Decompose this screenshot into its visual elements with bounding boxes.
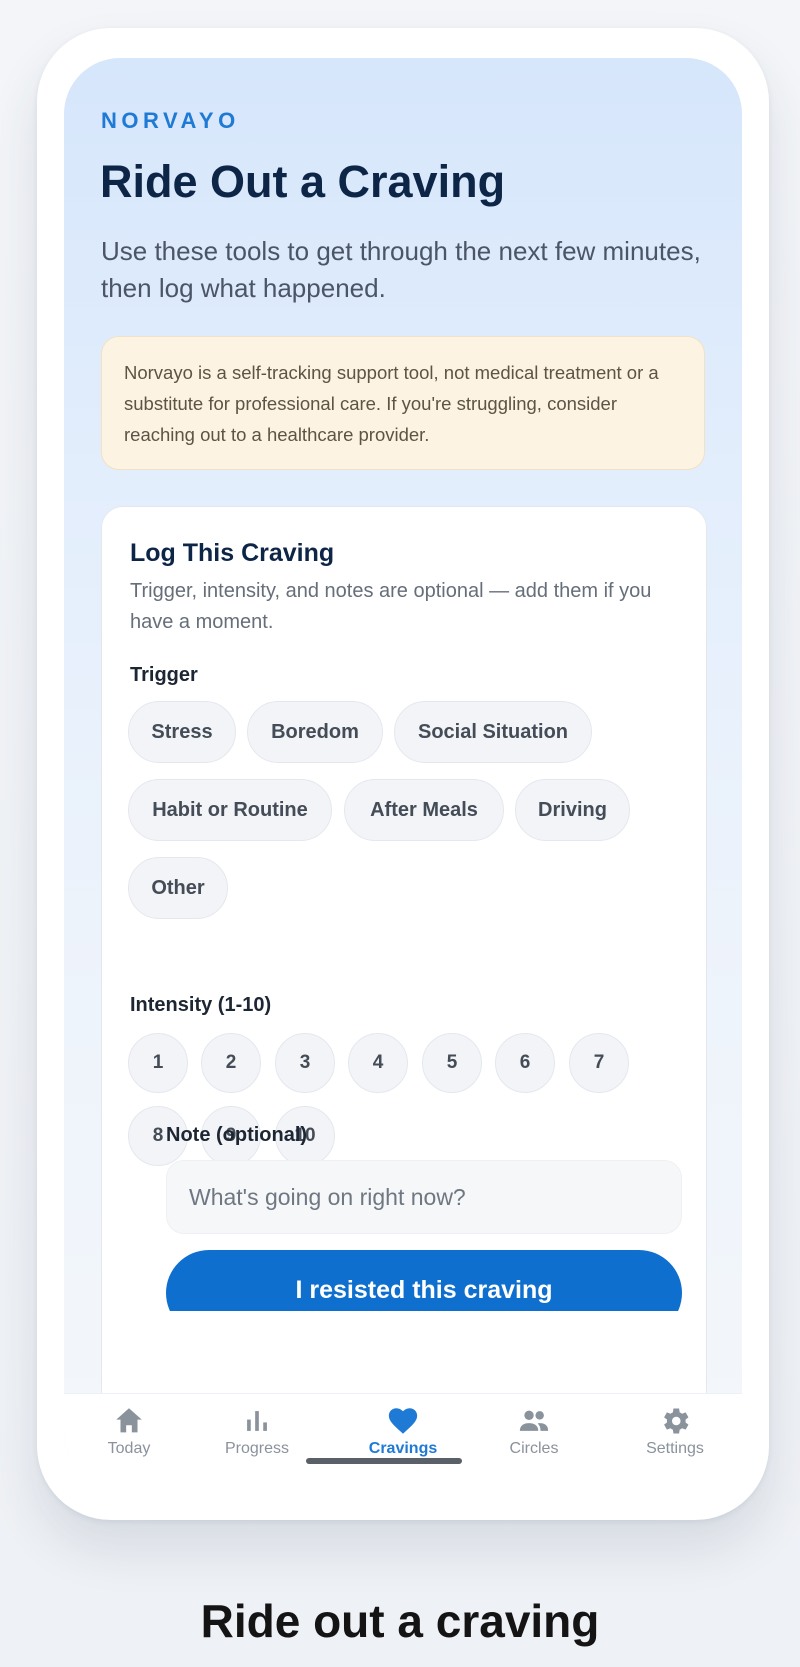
tab-today[interactable]: Today xyxy=(74,1404,184,1474)
people-icon xyxy=(519,1410,549,1431)
tab-progress[interactable]: Progress xyxy=(202,1404,312,1474)
log-card-form-area: Note (optional) I resisted this craving xyxy=(138,506,742,1311)
screenshot-caption: Ride out a craving xyxy=(200,1595,600,1647)
note-label: Note (optional) xyxy=(166,1124,308,1146)
brand-logo: NORVAYO xyxy=(101,108,240,133)
tab-label: Today xyxy=(107,1440,151,1457)
heart-icon xyxy=(388,1408,418,1434)
tab-settings[interactable]: Settings xyxy=(620,1404,730,1474)
gear-icon xyxy=(664,1408,689,1434)
home-icon xyxy=(116,1408,142,1433)
note-input[interactable] xyxy=(166,1160,682,1234)
tab-circles[interactable]: Circles xyxy=(479,1404,589,1474)
bar-chart-icon xyxy=(247,1411,267,1431)
tab-label: Cravings xyxy=(368,1440,438,1457)
tab-label: Settings xyxy=(646,1440,704,1457)
bottom-tab-bar: Today Progress Cravings Circles Settings xyxy=(64,1393,742,1488)
tab-label: Progress xyxy=(224,1440,290,1457)
tab-label: Circles xyxy=(509,1440,559,1457)
page-subtitle: Use these tools to get through the next … xyxy=(101,236,701,303)
page-title: Ride Out a Craving xyxy=(100,156,506,207)
resisted-craving-button[interactable]: I resisted this craving xyxy=(166,1250,682,1311)
medical-disclaimer: Norvayo is a self-tracking support tool,… xyxy=(101,336,705,470)
home-indicator xyxy=(306,1458,462,1464)
